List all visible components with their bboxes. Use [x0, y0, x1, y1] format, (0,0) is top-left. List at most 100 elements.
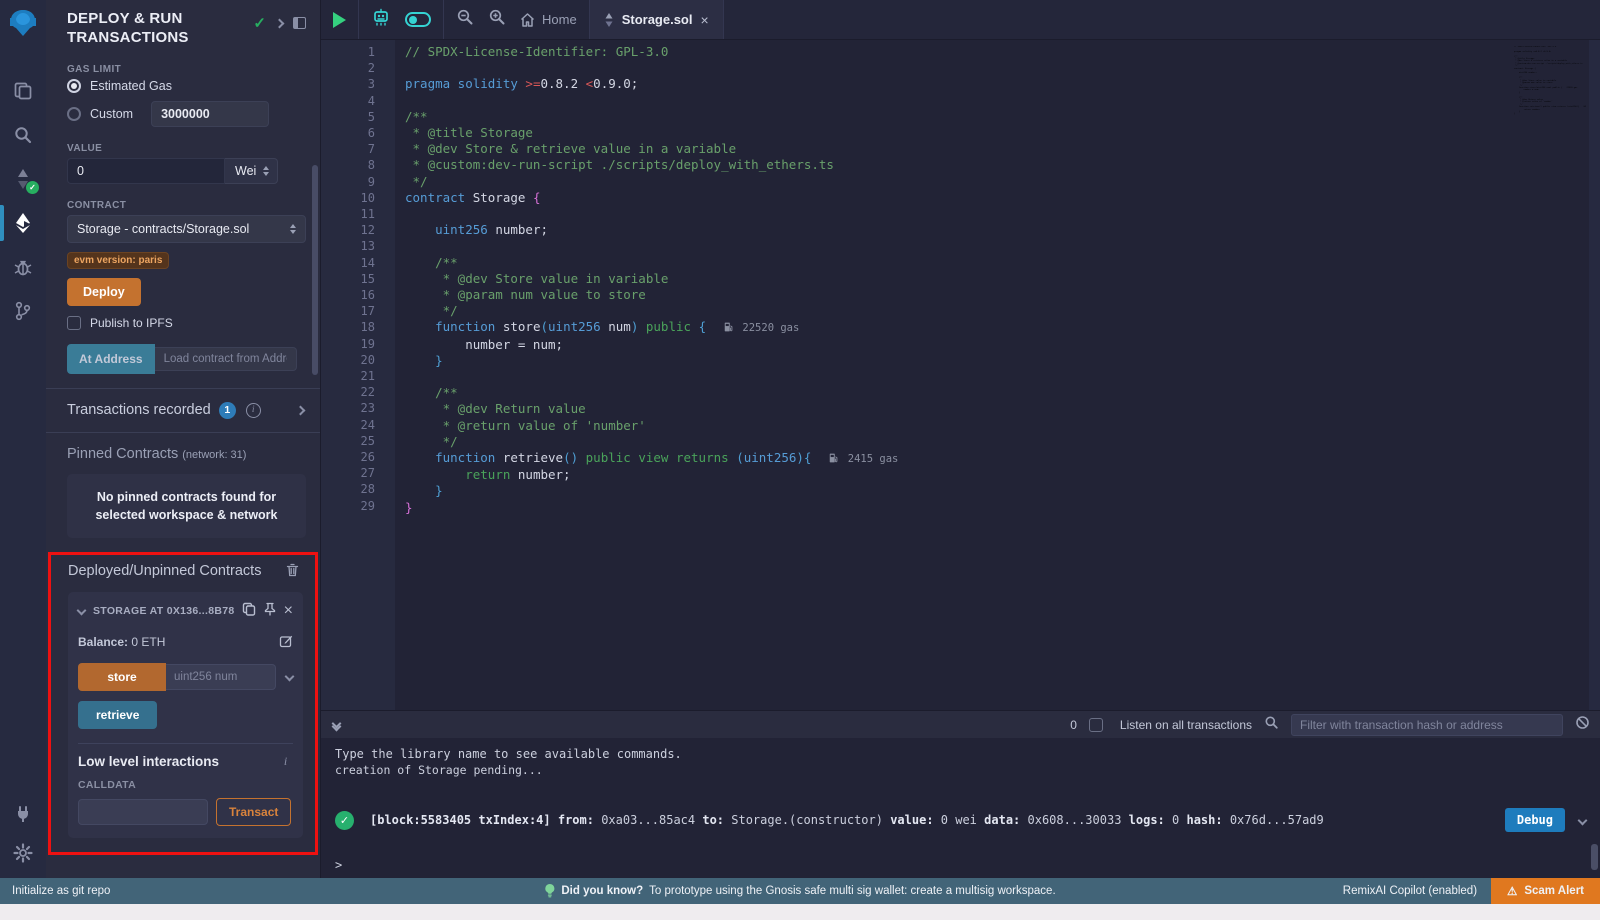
lightbulb-icon — [544, 884, 555, 898]
publish-ipfs-checkbox[interactable] — [67, 316, 81, 330]
deployed-contract-card: STORAGE AT 0X136...8B78 × Balance: 0 ETH — [68, 592, 303, 838]
terminal[interactable]: Type the library name to see available c… — [321, 738, 1600, 878]
panel-title: DEPLOY & RUN TRANSACTIONS — [67, 10, 253, 48]
expand-panel-icon[interactable] — [275, 18, 285, 28]
transaction-log-row[interactable]: ✓ [block:5583405 txIndex:4] from: 0xa03.… — [335, 808, 1600, 832]
editor-scrollbar[interactable] — [1589, 40, 1600, 710]
code-line: */ — [405, 303, 1600, 319]
custom-gas-radio[interactable] — [67, 107, 81, 121]
calldata-label: CALLDATA — [78, 779, 293, 791]
custom-gas-input[interactable] — [151, 101, 269, 127]
home-button[interactable]: Home — [520, 12, 577, 27]
updown-icon — [263, 166, 269, 176]
clear-terminal-icon[interactable] — [1575, 715, 1590, 735]
unit-select[interactable]: Wei — [225, 158, 278, 184]
store-arg-input[interactable] — [166, 664, 276, 690]
retrieve-function-button[interactable]: retrieve — [78, 701, 157, 729]
remix-ide-window: ✓ DEPLOY & RUN TRANSACTIONS ✓ — [0, 0, 1600, 920]
settings-gear-icon[interactable] — [13, 843, 33, 868]
balance-value: 0 ETH — [131, 635, 165, 649]
copilot-toggle[interactable] — [405, 12, 431, 27]
line-number: 12 — [321, 222, 375, 238]
chevron-right-icon[interactable] — [296, 405, 306, 415]
compile-ok-icon: ✓ — [253, 14, 266, 32]
code-line — [405, 369, 1600, 385]
status-bar: Initialize as git repo Did you know? To … — [0, 878, 1600, 904]
debugger-icon[interactable] — [0, 245, 46, 289]
terminal-scrollbar[interactable] — [1591, 844, 1598, 870]
tx-success-icon: ✓ — [335, 811, 354, 830]
expand-tx-icon[interactable] — [1578, 815, 1588, 825]
terminal-search-icon[interactable] — [1264, 715, 1279, 735]
code-line: } — [405, 500, 1600, 516]
solidity-compiler-icon[interactable]: ✓ — [0, 157, 46, 201]
pin-panel-icon[interactable] — [293, 17, 306, 29]
search-icon[interactable] — [0, 113, 46, 157]
pin-icon[interactable] — [264, 602, 276, 619]
info-icon[interactable]: i — [246, 403, 261, 418]
line-number: 6 — [321, 125, 375, 141]
estimated-gas-radio[interactable] — [67, 79, 81, 93]
code-line: } — [1514, 113, 1586, 115]
trash-icon[interactable] — [286, 563, 299, 580]
custom-gas-option[interactable]: Custom — [67, 101, 306, 127]
panel-scrollbar[interactable] — [312, 165, 318, 375]
expand-args-icon[interactable] — [285, 672, 295, 682]
copy-address-icon[interactable] — [242, 602, 256, 619]
listen-all-checkbox[interactable] — [1089, 718, 1103, 732]
line-number: 1 — [321, 44, 375, 60]
ai-group — [359, 0, 444, 39]
transact-button[interactable]: Transact — [216, 798, 291, 826]
store-function-button[interactable]: store — [78, 663, 166, 691]
code-line: * @custom:dev-run-script ./scripts/deplo… — [405, 157, 1600, 173]
collapse-icon[interactable] — [77, 606, 87, 616]
debug-button[interactable]: Debug — [1505, 808, 1565, 832]
line-number: 8 — [321, 157, 375, 173]
code-editor[interactable]: 1234567891011121314151617181920212223242… — [321, 40, 1600, 710]
code-line: * @dev Store & retrieve value in a varia… — [405, 141, 1600, 157]
info-icon[interactable]: i — [278, 754, 293, 769]
code-line: function retrieve() public view returns … — [405, 450, 1600, 467]
contract-select[interactable]: Storage - contracts/Storage.sol — [67, 215, 306, 243]
code-lines: // SPDX-License-Identifier: GPL-3.0 prag… — [395, 40, 1600, 710]
remixai-robot-icon[interactable] — [371, 7, 391, 32]
git-init-link[interactable]: Initialize as git repo — [0, 885, 110, 897]
deploy-and-run-icon[interactable] — [0, 201, 46, 245]
git-icon[interactable] — [0, 289, 46, 333]
line-number: 28 — [321, 481, 375, 497]
remove-instance-icon[interactable]: × — [284, 602, 293, 620]
run-script-icon[interactable] — [333, 12, 346, 28]
plugin-manager-icon[interactable] — [13, 804, 33, 829]
close-tab-icon[interactable]: × — [700, 12, 708, 28]
deploy-button[interactable]: Deploy — [67, 278, 141, 306]
code-line — [405, 93, 1600, 109]
edit-balance-icon[interactable] — [279, 634, 293, 651]
code-line: * @custom:dev-run-script ./scripts/deplo… — [1514, 63, 1586, 65]
code-line: */ — [405, 434, 1600, 450]
tab-storage-sol[interactable]: Storage.sol × — [590, 0, 724, 39]
line-number: 5 — [321, 109, 375, 125]
file-explorer-icon[interactable] — [0, 69, 46, 113]
code-line — [405, 206, 1600, 222]
divider — [78, 743, 293, 744]
terminal-prompt[interactable]: > — [335, 858, 1600, 872]
transactions-recorded-row[interactable]: Transactions recorded 1 i — [46, 389, 320, 432]
estimated-gas-option[interactable]: Estimated Gas — [67, 79, 306, 93]
zoom-in-icon[interactable] — [488, 8, 506, 31]
terminal-filter-input[interactable] — [1291, 714, 1563, 736]
code-line: function store(uint256 num) public { 225… — [405, 319, 1600, 336]
copilot-status[interactable]: RemixAI Copilot (enabled) — [1343, 885, 1477, 897]
low-level-title: Low level interactions — [78, 754, 219, 769]
at-address-input[interactable] — [155, 347, 297, 371]
code-line — [405, 60, 1600, 76]
remix-logo-icon[interactable] — [7, 8, 39, 43]
at-address-button[interactable]: At Address — [67, 344, 155, 374]
value-input[interactable] — [67, 158, 225, 184]
zoom-out-icon[interactable] — [456, 8, 474, 31]
calldata-input[interactable] — [78, 799, 208, 825]
publish-ipfs-option[interactable]: Publish to IPFS — [67, 316, 306, 330]
code-line: return number; — [405, 467, 1600, 483]
scam-alert-button[interactable]: ⚠ Scam Alert — [1491, 878, 1600, 904]
collapse-terminal-icon[interactable] — [333, 720, 340, 730]
minimap[interactable]: // SPDX-License-Identifier: GPL-3.0 prag… — [1514, 46, 1586, 116]
